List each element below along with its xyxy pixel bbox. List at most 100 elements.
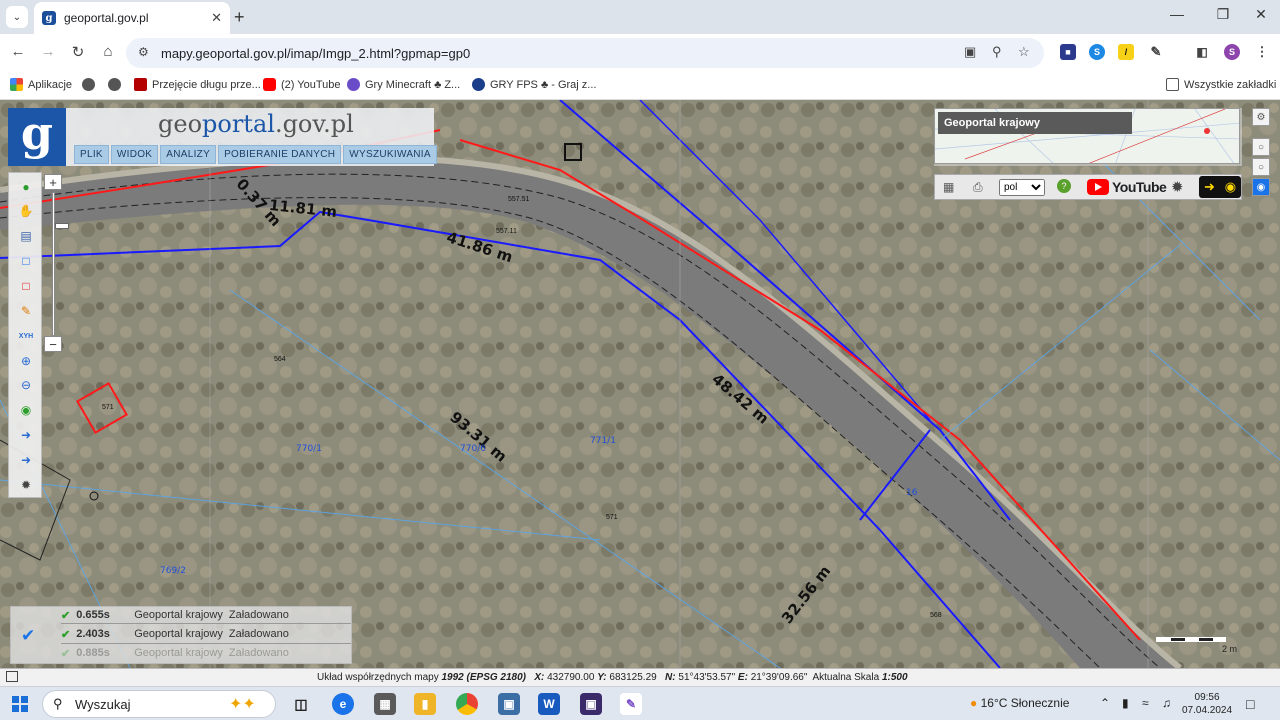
layer-eye-icon[interactable]: ○ <box>1252 138 1270 156</box>
zoom-rail[interactable] <box>52 192 69 336</box>
bookmark-debt[interactable]: Przejęcie długu prze... <box>134 78 261 91</box>
bookmark-fps[interactable]: GRY FPS ♣ - Graj z... <box>472 78 596 91</box>
height-point: 571 <box>102 404 114 411</box>
previous-view-icon[interactable]: ➜ <box>18 427 34 443</box>
bookmark-minecraft[interactable]: Gry Minecraft ♣ Z... <box>347 78 460 91</box>
file-explorer-icon[interactable]: ▮ <box>414 693 436 715</box>
table-icon[interactable]: ▦ <box>943 180 954 194</box>
select-red-icon[interactable]: □ <box>18 278 34 294</box>
tab-geoportal[interactable]: g geoportal.gov.pl ✕ <box>34 2 230 34</box>
extension-1-icon[interactable]: ■ <box>1060 44 1076 60</box>
media-app-icon[interactable]: ▣ <box>580 693 602 715</box>
extensions-puzzle-icon[interactable]: ✎ <box>1148 44 1164 60</box>
next-view-icon[interactable]: ➜ <box>18 452 34 468</box>
search-icon: ⚲ <box>53 696 63 711</box>
side-panel-icon[interactable]: ◧ <box>1194 44 1210 60</box>
restore-icon[interactable]: ❐ <box>1208 6 1238 23</box>
tab-close-icon[interactable]: ✕ <box>211 10 222 26</box>
calculator-icon[interactable]: ▦ <box>374 693 396 715</box>
bookmark-apps[interactable]: Aplikacje <box>10 78 72 91</box>
layer-eye-icon[interactable]: ○ <box>1252 158 1270 176</box>
checkmark-icon: ✔ <box>21 626 36 645</box>
print-icon[interactable]: ⎙ <box>973 180 983 195</box>
zoom-minus-button[interactable]: − <box>44 336 62 352</box>
tab-search-chevron-icon[interactable]: ⌄ <box>6 6 28 28</box>
pan-hand-icon[interactable]: ✋ <box>18 203 34 219</box>
select-area-icon[interactable]: □ <box>18 253 34 269</box>
settings-icon[interactable]: ⚙ <box>1252 108 1270 126</box>
clock[interactable]: 09:56 07.04.2024 <box>1182 691 1232 717</box>
language-select[interactable]: pol <box>999 179 1045 196</box>
legend-icon[interactable]: ▤ <box>18 228 34 244</box>
parcel-label: 770/1 <box>296 444 322 454</box>
expand-icon[interactable] <box>6 671 18 682</box>
minimize-icon[interactable]: — <box>1162 6 1192 22</box>
menu-analizy[interactable]: ANALIZY <box>160 145 217 164</box>
status-row: ✔ 0.885s Geoportal krajowy Załadowano <box>61 647 289 660</box>
youtube-link[interactable]: YouTube <box>1087 179 1167 195</box>
all-bookmarks[interactable]: Wszystkie zakładki <box>1166 78 1276 91</box>
height-point: 568 <box>930 612 942 619</box>
menu-pobieranie-danych[interactable]: POBIERANIE DANYCH <box>218 145 342 164</box>
geoportal-logo[interactable]: g <box>8 108 66 166</box>
edge-icon[interactable]: e <box>332 693 354 715</box>
zoom-slider[interactable]: + − <box>44 174 69 354</box>
taskbar-search[interactable]: ⚲ Wyszukaj ✦✦ <box>42 690 276 718</box>
url-text[interactable]: mapy.geoportal.gov.pl/imap/Imgp_2.html?g… <box>161 46 470 61</box>
accessibility-icon[interactable]: ✹ <box>1171 178 1184 196</box>
tray-chevron-icon[interactable]: ⌃ <box>1100 696 1110 710</box>
battery-icon[interactable]: ▮ <box>1122 696 1129 710</box>
volume-icon[interactable]: ♫ <box>1162 696 1171 710</box>
forward-icon[interactable]: → <box>38 43 58 60</box>
zoom-out-icon[interactable]: ⊖ <box>18 377 34 393</box>
back-icon[interactable]: ← <box>8 43 28 60</box>
window-app-icon[interactable]: ▣ <box>498 693 520 715</box>
start-windows-icon[interactable] <box>12 696 28 712</box>
paint-icon[interactable]: ✎ <box>620 693 642 715</box>
parcel-label: 16 <box>906 488 918 498</box>
new-tab-icon[interactable]: + <box>234 7 245 28</box>
full-extent-globe-icon[interactable]: ◉ <box>18 402 34 418</box>
zoom-icon[interactable]: ⚲ <box>992 44 1002 60</box>
reload-icon[interactable]: ↻ <box>68 43 88 61</box>
folder-icon <box>1166 78 1179 91</box>
settings-wheel-icon[interactable]: ✹ <box>18 477 34 493</box>
visibility-eye-icon[interactable]: ◉ <box>1252 178 1270 196</box>
pencil-icon[interactable]: ✎ <box>18 303 34 319</box>
loading-status-popup: ✔ ✔ 0.655s Geoportal krajowy Załadowano ✔ 2.… <box>10 606 352 664</box>
bookmark-star-icon[interactable]: ☆ <box>1018 44 1030 60</box>
menu-plik[interactable]: PLIK <box>74 145 109 164</box>
overview-map-panel[interactable]: Geoportal krajowy <box>934 108 1242 166</box>
site-info-icon[interactable]: ⚙ <box>138 45 149 59</box>
xyh-icon[interactable]: XYH <box>18 328 34 344</box>
close-window-icon[interactable]: ✕ <box>1246 6 1276 23</box>
word-icon[interactable]: W <box>538 693 560 715</box>
high-contrast-toggle[interactable]: ➜ ◉ <box>1199 176 1241 198</box>
zoom-plus-button[interactable]: + <box>44 174 62 190</box>
address-bar[interactable]: ⚙ mapy.geoportal.gov.pl/imap/Imgp_2.html… <box>126 38 1044 68</box>
info-icon[interactable]: ● <box>18 179 34 195</box>
menu-widok[interactable]: WIDOK <box>110 145 159 164</box>
weather-widget[interactable]: ● 16°C Słonecznie <box>970 696 1069 710</box>
notifications-icon[interactable]: □ <box>1246 696 1254 712</box>
install-app-icon[interactable]: ▣ <box>964 44 976 60</box>
bookmark-globe-2[interactable] <box>108 78 126 91</box>
menu-wyszukiwania[interactable]: WYSZUKIWANIA <box>343 145 437 164</box>
bookmark-youtube[interactable]: (2) YouTube <box>263 78 341 91</box>
zoom-in-icon[interactable]: ⊕ <box>18 353 34 369</box>
menu-kebab-icon[interactable]: ⋮ <box>1254 44 1270 60</box>
zoom-knob[interactable] <box>55 223 69 229</box>
chrome-icon[interactable] <box>456 693 478 715</box>
height-point: 564 <box>274 356 286 363</box>
bookmark-globe-1[interactable] <box>82 78 100 91</box>
extension-3-icon[interactable]: / <box>1118 44 1134 60</box>
main-menu: PLIK WIDOK ANALIZY POBIERANIE DANYCH WYS… <box>74 145 437 164</box>
profile-avatar[interactable]: S <box>1224 44 1240 60</box>
home-icon[interactable]: ⌂ <box>98 43 118 60</box>
help-icon[interactable]: ? <box>1057 179 1071 193</box>
task-view-icon[interactable]: ◫ <box>290 693 312 715</box>
extension-2-icon[interactable]: S <box>1089 44 1105 60</box>
wifi-icon[interactable]: ≈ <box>1142 696 1149 710</box>
parcel-label: 770/6 <box>460 444 486 454</box>
map-viewport[interactable]: 0.37 m 11.81 m 41.86 m 48.42 m 93.31 m 3… <box>0 100 1280 668</box>
